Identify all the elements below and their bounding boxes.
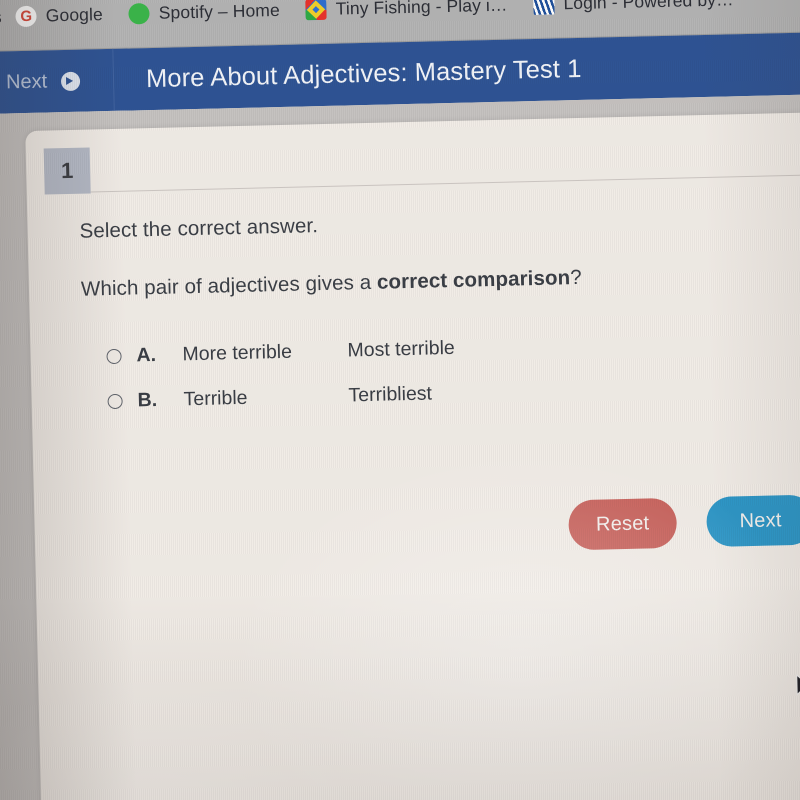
question-card: 1 Select the correct answer. Which pair …: [25, 111, 800, 800]
arrow-right-circle-icon: [60, 71, 81, 91]
answer-choice-a[interactable]: A. More terrible Most terrible: [82, 328, 800, 369]
bookmarks-overflow-label: rks: [0, 7, 3, 27]
bookmark-label: Spotify – Home: [158, 0, 281, 23]
login-site-icon: [533, 0, 555, 15]
question-prompt-emphasis: correct comparison: [376, 266, 571, 294]
choice-letter: A.: [136, 343, 157, 367]
tiny-fishing-icon: [305, 0, 328, 21]
question-divider: [90, 173, 800, 193]
bookmark-google[interactable]: G Google: [15, 4, 104, 28]
page-title: More About Adjectives: Mastery Test 1: [145, 54, 582, 93]
answer-choices: A. More terrible Most terrible B. Terrib…: [82, 328, 800, 414]
question-prompt: Which pair of adjectives gives a correct…: [81, 260, 800, 302]
choice-text-superlative: Terribliest: [348, 382, 433, 407]
browser-window: rks G Google Spotify – Home Tiny Fishing…: [0, 0, 800, 800]
bookmark-label: Login - Powered by…: [563, 0, 734, 14]
question-instruction: Select the correct answer.: [79, 214, 319, 243]
action-buttons: Reset Next: [568, 494, 800, 551]
bookmark-spotify[interactable]: Spotify – Home: [128, 0, 281, 25]
photo-of-monitor: rks G Google Spotify – Home Tiny Fishing…: [0, 0, 800, 800]
choice-text-superlative: Most terrible: [347, 336, 455, 362]
choice-text-comparative: More terrible: [182, 340, 293, 366]
header-next-button[interactable]: Next: [0, 48, 115, 115]
bookmark-label: Google: [45, 4, 104, 26]
radio-button-b[interactable]: [107, 393, 123, 410]
bookmark-label: Tiny Fishing - Play i…: [335, 0, 508, 19]
next-button[interactable]: Next: [706, 494, 800, 548]
choice-letter: B.: [137, 388, 158, 412]
question-prompt-prefix: Which pair of adjectives gives a: [80, 270, 378, 301]
question-number-badge: 1: [43, 147, 91, 195]
question-body: Select the correct answer. Which pair of…: [79, 202, 800, 436]
spotify-icon: [128, 3, 151, 25]
google-icon: G: [15, 5, 38, 28]
radio-button-a[interactable]: [106, 348, 122, 365]
question-prompt-suffix: ?: [569, 265, 582, 290]
header-next-label: Next: [5, 69, 48, 93]
choice-text-comparative: Terrible: [183, 386, 248, 411]
mouse-pointer-icon: [796, 673, 800, 699]
reset-button[interactable]: Reset: [568, 497, 678, 551]
bookmark-login[interactable]: Login - Powered by…: [533, 0, 734, 15]
bookmark-tiny-fishing[interactable]: Tiny Fishing - Play i…: [305, 0, 508, 21]
answer-choice-b[interactable]: B. Terrible Terribliest: [83, 373, 800, 414]
